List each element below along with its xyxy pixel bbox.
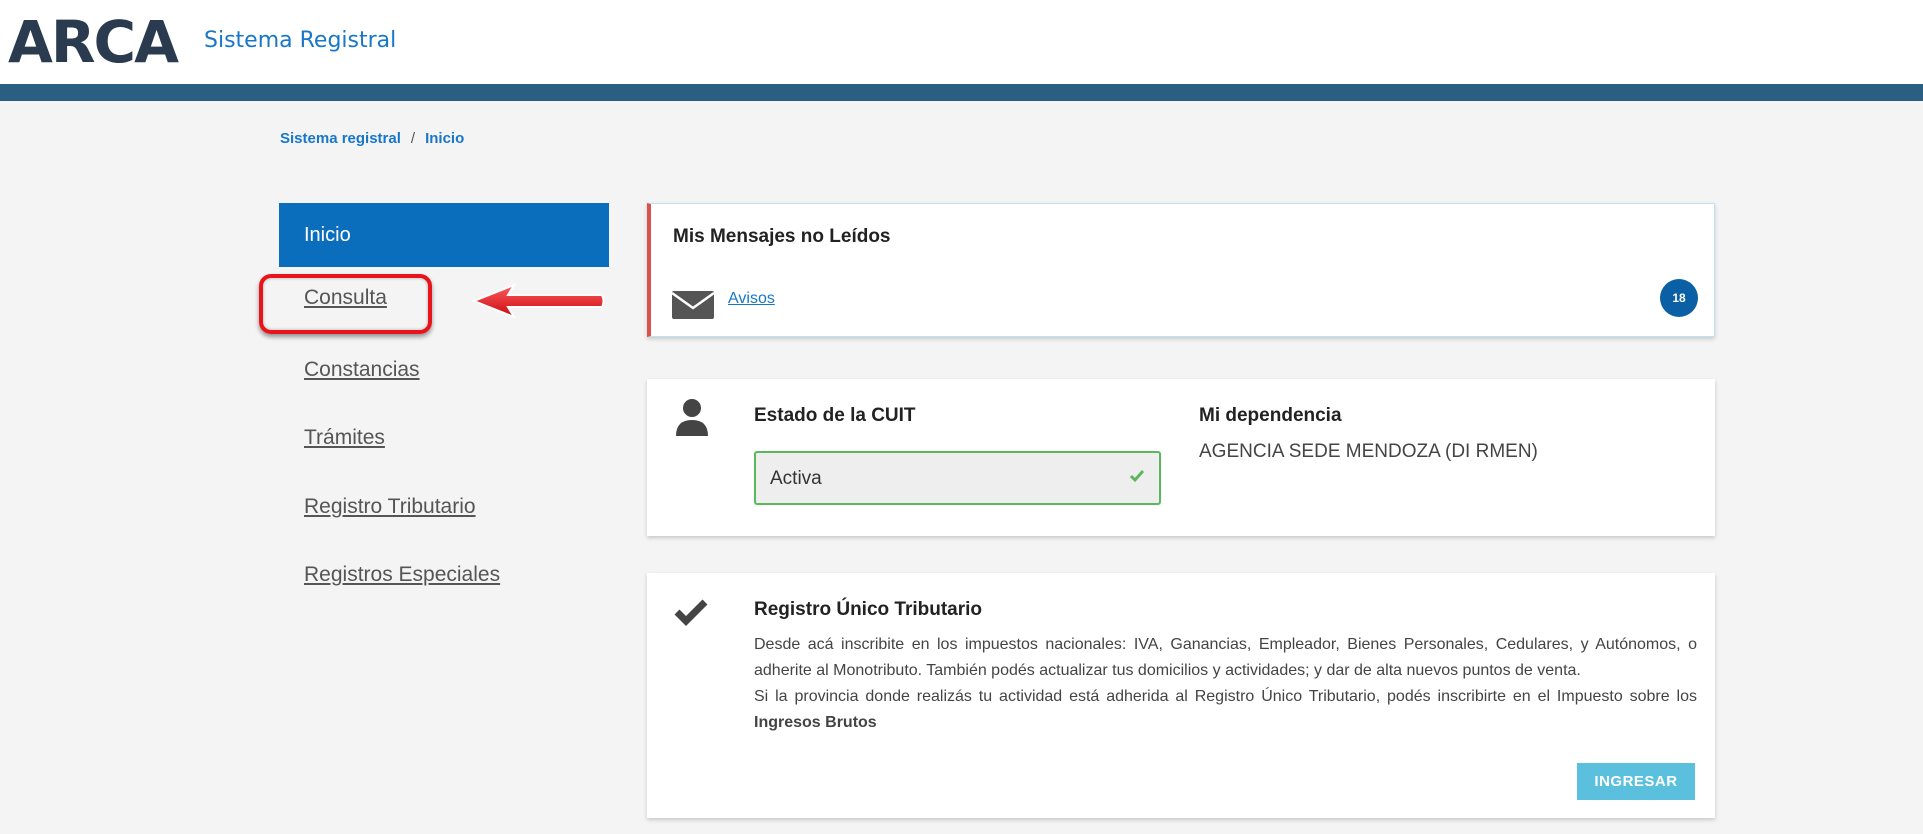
cuit-status-field: Activa bbox=[754, 451, 1161, 505]
sidebar-item-constancias[interactable]: Constancias bbox=[304, 358, 420, 382]
sidebar-item-registros-especiales[interactable]: Registros Especiales bbox=[304, 563, 500, 587]
checkmark-icon bbox=[674, 599, 708, 626]
breadcrumb-separator: / bbox=[410, 130, 416, 147]
dependency-title: Mi dependencia bbox=[1199, 405, 1342, 426]
check-icon bbox=[1129, 470, 1145, 483]
ingresar-button[interactable]: INGRESAR bbox=[1577, 763, 1695, 800]
user-icon bbox=[676, 399, 708, 436]
dependency-value: AGENCIA SEDE MENDOZA (DI RMEN) bbox=[1199, 441, 1538, 462]
cuit-status-card: Estado de la CUIT Activa Mi dependencia … bbox=[647, 379, 1715, 536]
ingresos-brutos-text: Ingresos Brutos bbox=[754, 714, 877, 731]
sidebar-item-registro-tributario[interactable]: Registro Tributario bbox=[304, 495, 476, 519]
rut-paragraph-1: Desde acá inscribite en los impuestos na… bbox=[754, 636, 1697, 679]
sidebar-item-tramites[interactable]: Trámites bbox=[304, 426, 385, 450]
rut-title: Registro Único Tributario bbox=[754, 599, 983, 620]
avisos-link[interactable]: Avisos bbox=[728, 290, 775, 308]
cuit-title: Estado de la CUIT bbox=[754, 405, 916, 426]
messages-title: Mis Mensajes no Leídos bbox=[673, 226, 891, 247]
header-bar bbox=[0, 84, 1923, 101]
app-header: ARCA Sistema Registral bbox=[0, 0, 1923, 84]
arrow-left-icon bbox=[472, 283, 605, 319]
unread-count-badge: 18 bbox=[1660, 279, 1698, 317]
envelope-icon bbox=[671, 291, 715, 319]
breadcrumb-current: Inicio bbox=[425, 130, 465, 147]
rut-description: Desde acá inscribite en los impuestos na… bbox=[754, 632, 1697, 736]
cuit-status-value: Activa bbox=[770, 468, 822, 489]
unread-messages-card: Mis Mensajes no Leídos Avisos 18 bbox=[647, 203, 1715, 337]
app-name: Sistema Registral bbox=[204, 28, 397, 53]
rut-paragraph-2: Si la provincia donde realizás tu activi… bbox=[754, 688, 1697, 731]
highlight-box bbox=[259, 274, 432, 334]
breadcrumb-root[interactable]: Sistema registral bbox=[280, 130, 401, 147]
registro-unico-tributario-card: Registro Único Tributario Desde acá insc… bbox=[647, 573, 1715, 818]
sidebar-item-inicio[interactable]: Inicio bbox=[279, 203, 609, 267]
breadcrumb: Sistema registral / Inicio bbox=[280, 130, 464, 147]
arca-logo[interactable]: ARCA bbox=[8, 6, 179, 78]
